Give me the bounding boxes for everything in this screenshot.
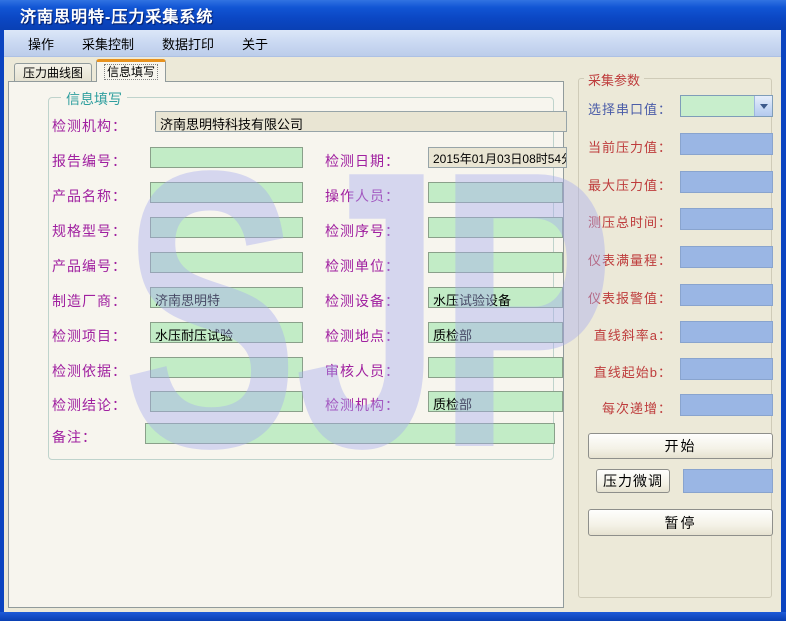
reviewer-input[interactable] bbox=[428, 357, 563, 378]
serial-port-value bbox=[681, 96, 754, 116]
gauge-alarm-label: 仪表报警值： bbox=[578, 288, 672, 307]
gauge-alarm-input[interactable] bbox=[680, 284, 773, 306]
test-date-label: 检测日期： bbox=[325, 151, 400, 171]
chevron-down-icon bbox=[760, 104, 768, 109]
tab-info-fill[interactable]: 信息填写 bbox=[96, 59, 166, 82]
inspection-agency-input[interactable]: 济南思明特科技有限公司 bbox=[155, 111, 567, 132]
start-button[interactable]: 开始 bbox=[588, 433, 773, 459]
test-unit-label: 检测单位： bbox=[325, 256, 400, 276]
test-basis-label: 检测依据： bbox=[52, 361, 127, 381]
menu-operation[interactable]: 操作 bbox=[16, 31, 66, 56]
titlebar: 济南思明特-压力采集系统 bbox=[0, 0, 786, 30]
gauge-range-input[interactable] bbox=[680, 246, 773, 268]
test-item-label: 检测项目： bbox=[52, 326, 127, 346]
manufacturer-input[interactable]: 济南思明特 bbox=[150, 287, 303, 308]
operator-input[interactable] bbox=[428, 182, 563, 203]
test-agency-label: 检测机构： bbox=[325, 395, 400, 415]
intercept-b-input[interactable] bbox=[680, 358, 773, 380]
window-title: 济南思明特-压力采集系统 bbox=[0, 3, 213, 27]
test-serial-label: 检测序号： bbox=[325, 221, 400, 241]
slope-a-label: 直线斜率a： bbox=[578, 325, 672, 344]
test-location-input[interactable]: 质检部 bbox=[428, 322, 563, 343]
manufacturer-label: 制造厂商： bbox=[52, 291, 127, 311]
pressure-finetune-button[interactable]: 压力微调 bbox=[596, 469, 670, 493]
test-serial-input[interactable] bbox=[428, 217, 563, 238]
product-name-input[interactable] bbox=[150, 182, 303, 203]
window-border-right bbox=[781, 30, 786, 621]
test-unit-input[interactable] bbox=[428, 252, 563, 273]
total-time-input[interactable] bbox=[680, 208, 773, 230]
test-conclusion-input[interactable] bbox=[150, 391, 303, 412]
operator-label: 操作人员： bbox=[325, 186, 400, 206]
pause-button[interactable]: 暂停 bbox=[588, 509, 773, 536]
total-time-label: 测压总时间： bbox=[578, 212, 672, 231]
max-pressure-label: 最大压力值： bbox=[578, 175, 672, 194]
report-number-label: 报告编号： bbox=[52, 151, 127, 171]
report-number-input[interactable] bbox=[150, 147, 303, 168]
test-conclusion-label: 检测结论： bbox=[52, 395, 127, 415]
increment-label: 每次递增： bbox=[578, 398, 672, 417]
info-group-title: 信息填写 bbox=[61, 89, 127, 109]
product-number-label: 产品编号： bbox=[52, 256, 127, 276]
reviewer-label: 审核人员： bbox=[325, 361, 400, 381]
menu-about[interactable]: 关于 bbox=[230, 31, 280, 56]
spec-model-input[interactable] bbox=[150, 217, 303, 238]
window-border-bottom bbox=[0, 612, 786, 621]
menu-acquisition-control[interactable]: 采集控制 bbox=[70, 31, 146, 56]
remarks-input[interactable] bbox=[145, 423, 555, 444]
spec-model-label: 规格型号： bbox=[52, 221, 127, 241]
serial-port-combobox[interactable] bbox=[680, 95, 773, 117]
app-window: 济南思明特-压力采集系统 操作 采集控制 数据打印 关于 压力曲线图 信息填写 … bbox=[0, 0, 786, 621]
current-pressure-label: 当前压力值： bbox=[578, 137, 672, 156]
intercept-b-label: 直线起始b： bbox=[578, 362, 672, 381]
window-border-left bbox=[0, 30, 4, 621]
menubar: 操作 采集控制 数据打印 关于 bbox=[4, 30, 781, 57]
dropdown-button[interactable] bbox=[754, 96, 772, 116]
current-pressure-input[interactable] bbox=[680, 133, 773, 155]
remarks-label: 备注： bbox=[52, 427, 97, 447]
slope-a-input[interactable] bbox=[680, 321, 773, 343]
menu-data-print[interactable]: 数据打印 bbox=[150, 31, 226, 56]
serial-port-label: 选择串口值： bbox=[578, 99, 672, 118]
test-agency-input[interactable]: 质检部 bbox=[428, 391, 563, 412]
tab-pressure-curve[interactable]: 压力曲线图 bbox=[14, 63, 92, 82]
max-pressure-input[interactable] bbox=[680, 171, 773, 193]
finetune-value-input[interactable] bbox=[683, 469, 773, 493]
increment-input[interactable] bbox=[680, 394, 773, 416]
test-date-input[interactable]: 2015年01月03日08时54分 bbox=[428, 147, 567, 168]
test-equipment-label: 检测设备： bbox=[325, 291, 400, 311]
product-name-label: 产品名称： bbox=[52, 186, 127, 206]
test-equipment-input[interactable]: 水压试验设备 bbox=[428, 287, 563, 308]
acquisition-panel-title: 采集参数 bbox=[584, 70, 644, 89]
test-basis-input[interactable] bbox=[150, 357, 303, 378]
product-number-input[interactable] bbox=[150, 252, 303, 273]
test-location-label: 检测地点： bbox=[325, 326, 400, 346]
gauge-range-label: 仪表满量程： bbox=[578, 250, 672, 269]
test-item-input[interactable]: 水压耐压试验 bbox=[150, 322, 303, 343]
inspection-agency-label: 检测机构： bbox=[52, 116, 127, 136]
